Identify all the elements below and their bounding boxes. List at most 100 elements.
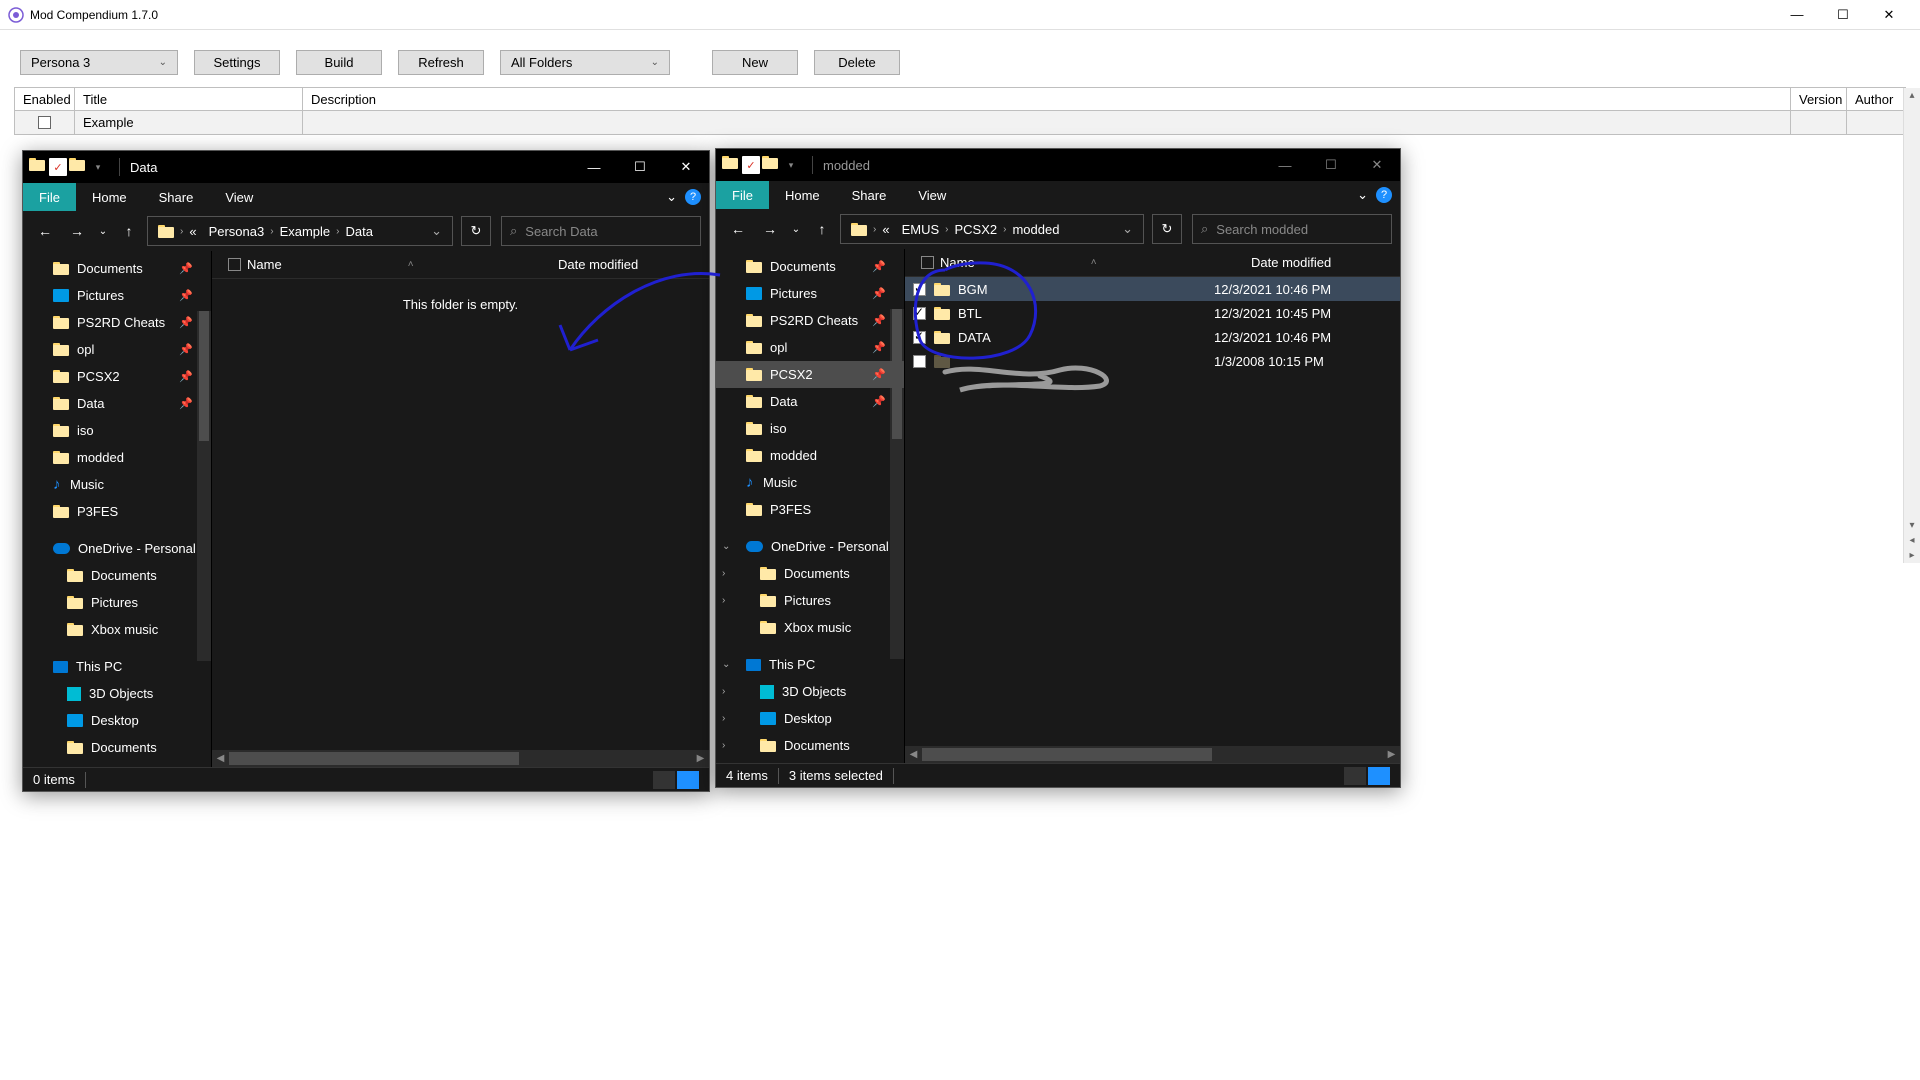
recent-button[interactable]: ⌄ xyxy=(788,215,804,243)
chevron-down-icon[interactable]: ⌄ xyxy=(1357,187,1368,203)
game-combo[interactable]: Persona 3 ⌄ xyxy=(20,50,178,75)
properties-icon[interactable]: ✓ xyxy=(742,156,760,174)
refresh-button[interactable]: Refresh xyxy=(398,50,484,75)
crumb-item[interactable]: Data xyxy=(340,224,379,239)
h-scrollbar[interactable]: ◀▶ xyxy=(905,746,1400,763)
file-row[interactable]: 1/3/2008 10:15 PM xyxy=(905,349,1400,373)
file-row[interactable]: BGM12/3/2021 10:46 PM xyxy=(905,277,1400,301)
minimize-button[interactable]: — xyxy=(571,151,617,183)
up-button[interactable]: ↑ xyxy=(808,215,836,243)
file-pane[interactable]: Name˄ Date modified This folder is empty… xyxy=(211,251,709,767)
nav-item[interactable]: ›3D Objects xyxy=(716,678,904,705)
help-icon[interactable]: ? xyxy=(685,189,701,205)
nav-item[interactable]: P3FES xyxy=(23,498,211,525)
tab-share[interactable]: Share xyxy=(143,183,210,211)
nav-item[interactable]: This PC xyxy=(23,653,211,680)
nav-item[interactable]: ›Desktop xyxy=(716,705,904,732)
build-button[interactable]: Build xyxy=(296,50,382,75)
nav-item[interactable]: opl📌 xyxy=(23,336,211,363)
tab-share[interactable]: Share xyxy=(836,181,903,209)
forward-button[interactable]: → xyxy=(756,215,784,243)
expand-icon[interactable]: › xyxy=(722,595,725,606)
file-row[interactable]: DATA12/3/2021 10:46 PM xyxy=(905,325,1400,349)
nav-item[interactable]: iso xyxy=(23,417,211,444)
nav-item[interactable]: Documents xyxy=(23,734,211,761)
nav-item[interactable]: PCSX2📌 xyxy=(716,361,904,388)
crumb-prefix[interactable]: « xyxy=(183,224,202,239)
file-pane[interactable]: Name˄ Date modified BGM12/3/2021 10:46 P… xyxy=(904,249,1400,763)
main-scrollbar[interactable]: ▴▾◂▸ xyxy=(1903,88,1920,563)
breadcrumb[interactable]: › « Persona3 › Example › Data ⌄ xyxy=(147,216,453,246)
nav-item[interactable]: Xbox music xyxy=(23,616,211,643)
crumb-item[interactable]: modded xyxy=(1006,222,1065,237)
chevron-down-icon[interactable]: ⌄ xyxy=(1116,221,1139,237)
maximize-button[interactable]: ☐ xyxy=(1820,0,1866,30)
up-button[interactable]: ↑ xyxy=(115,217,143,245)
nav-item[interactable]: 3D Objects xyxy=(23,680,211,707)
nav-item[interactable]: PS2RD Cheats📌 xyxy=(23,309,211,336)
nav-item[interactable]: Pictures📌 xyxy=(716,280,904,307)
select-all-checkbox[interactable] xyxy=(228,258,241,271)
file-checkbox[interactable] xyxy=(913,307,926,320)
view-icons-button[interactable] xyxy=(677,771,699,789)
maximize-button[interactable]: ☐ xyxy=(617,151,663,183)
nav-item[interactable]: Documents xyxy=(23,562,211,589)
forward-button[interactable]: → xyxy=(63,217,91,245)
nav-item[interactable]: ⌄This PC xyxy=(716,651,904,678)
nav-item[interactable]: Documents📌 xyxy=(23,255,211,282)
crumb-item[interactable]: Example xyxy=(274,224,337,239)
tab-view[interactable]: View xyxy=(902,181,962,209)
nav-item[interactable]: ♪Music xyxy=(23,471,211,498)
nav-item[interactable]: ♪Music xyxy=(716,469,904,496)
nav-item[interactable]: Pictures xyxy=(23,589,211,616)
help-icon[interactable]: ? xyxy=(1376,187,1392,203)
crumb-prefix[interactable]: « xyxy=(876,222,895,237)
search-input[interactable]: ⌕ Search modded xyxy=(1192,214,1392,244)
enabled-checkbox[interactable] xyxy=(38,116,51,129)
col-title[interactable]: Title xyxy=(75,88,303,110)
col-name[interactable]: Name xyxy=(940,255,975,270)
chevron-down-icon[interactable]: ▾ xyxy=(782,156,800,174)
col-name[interactable]: Name xyxy=(247,257,282,272)
settings-button[interactable]: Settings xyxy=(194,50,280,75)
expand-icon[interactable]: › xyxy=(722,568,725,579)
nav-pane[interactable]: Documents📌Pictures📌PS2RD Cheats📌opl📌PCSX… xyxy=(716,249,904,763)
view-details-button[interactable] xyxy=(653,771,675,789)
nav-item[interactable]: Desktop xyxy=(23,707,211,734)
col-desc[interactable]: Description xyxy=(303,88,1791,110)
nav-item[interactable]: Data📌 xyxy=(716,388,904,415)
chevron-down-icon[interactable]: ⌄ xyxy=(425,223,448,239)
col-enabled[interactable]: Enabled xyxy=(15,88,75,110)
nav-item[interactable]: Documents📌 xyxy=(716,253,904,280)
nav-item[interactable]: Pictures📌 xyxy=(23,282,211,309)
nav-item[interactable]: ›Documents xyxy=(716,732,904,759)
breadcrumb[interactable]: › « EMUS › PCSX2 › modded ⌄ xyxy=(840,214,1144,244)
file-checkbox[interactable] xyxy=(913,331,926,344)
crumb-item[interactable]: EMUS xyxy=(896,222,946,237)
properties-icon[interactable]: ✓ xyxy=(49,158,67,176)
nav-item[interactable]: modded xyxy=(716,442,904,469)
back-button[interactable]: ← xyxy=(31,217,59,245)
refresh-button[interactable]: ↻ xyxy=(461,216,491,246)
close-button[interactable]: ✕ xyxy=(1354,149,1400,181)
tab-file[interactable]: File xyxy=(23,183,76,211)
nav-item[interactable]: iso xyxy=(716,415,904,442)
nav-item[interactable]: Xbox music xyxy=(716,614,904,641)
nav-item[interactable]: PCSX2📌 xyxy=(23,363,211,390)
close-button[interactable]: ✕ xyxy=(1866,0,1912,30)
minimize-button[interactable]: — xyxy=(1774,0,1820,30)
nav-item[interactable]: ›Documents xyxy=(716,560,904,587)
col-version[interactable]: Version xyxy=(1791,88,1847,110)
nav-item[interactable]: Data📌 xyxy=(23,390,211,417)
nav-item[interactable]: ⌄OneDrive - Personal xyxy=(716,533,904,560)
nav-item[interactable]: modded xyxy=(23,444,211,471)
new-button[interactable]: New xyxy=(712,50,798,75)
col-date[interactable]: Date modified xyxy=(1243,255,1339,270)
search-input[interactable]: ⌕ Search Data xyxy=(501,216,701,246)
expand-icon[interactable]: › xyxy=(722,713,725,724)
nav-item[interactable]: OneDrive - Personal xyxy=(23,535,211,562)
nav-item[interactable]: P3FES xyxy=(716,496,904,523)
file-checkbox[interactable] xyxy=(913,355,926,368)
file-row[interactable]: BTL12/3/2021 10:45 PM xyxy=(905,301,1400,325)
titlebar[interactable]: ✓ ▾ modded — ☐ ✕ xyxy=(716,149,1400,181)
